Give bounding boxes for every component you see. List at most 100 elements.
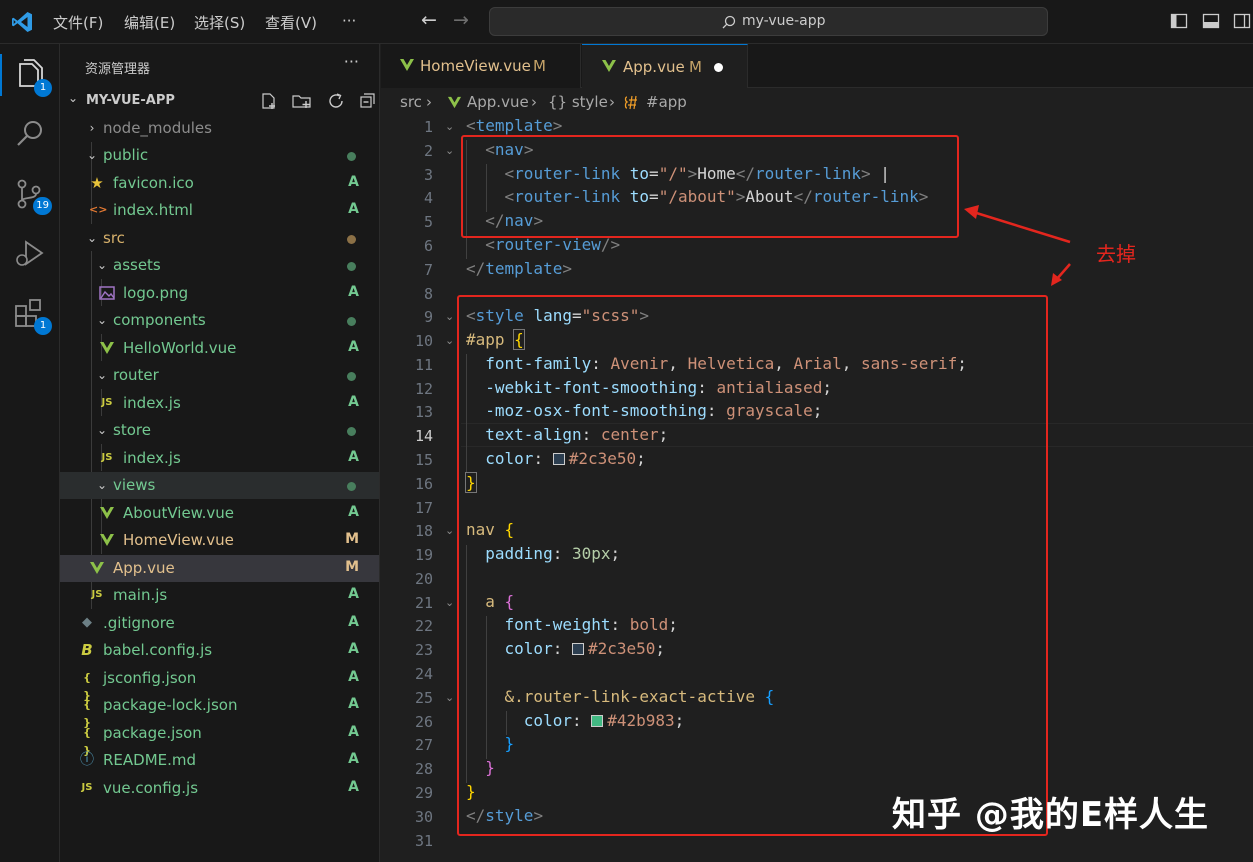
tree-row-logo-png[interactable]: logo.png A: [60, 280, 379, 307]
status-dot: [347, 317, 356, 326]
tree-row-readme[interactable]: ⓘ README.md A: [60, 747, 379, 774]
breadcrumb-file[interactable]: App.vue: [467, 93, 529, 111]
project-name: MY-VUE-APP: [86, 93, 175, 108]
info-icon: ⓘ: [80, 752, 94, 768]
menu-view[interactable]: 查看(V): [265, 12, 317, 33]
collapse-all-icon[interactable]: [359, 92, 377, 110]
breadcrumb-separator: ›: [531, 93, 537, 111]
tree-row-router-index[interactable]: JS index.js A: [60, 390, 379, 417]
source-control-activity[interactable]: 19: [12, 176, 52, 215]
explorer-badge: 1: [34, 79, 52, 97]
line-number: 21: [414, 594, 433, 612]
refresh-icon[interactable]: [327, 92, 345, 110]
new-file-icon[interactable]: [260, 92, 278, 110]
back-arrow-icon[interactable]: ←: [421, 9, 437, 31]
line-number: 31: [414, 832, 433, 850]
code-line: </template>: [466, 259, 572, 278]
watermark: 知乎 @我的E样人生: [892, 795, 1210, 835]
tree-row-store-index[interactable]: JS index.js A: [60, 445, 379, 472]
fold-chevron-icon[interactable]: ⌄: [445, 310, 454, 323]
fold-chevron-icon[interactable]: ⌄: [445, 144, 454, 157]
tree-row-favicon[interactable]: ★ favicon.ico A: [60, 170, 379, 197]
tree-row-index-html[interactable]: <> index.html A: [60, 197, 379, 224]
menu-edit[interactable]: 编辑(E): [124, 12, 175, 33]
fold-chevron-icon[interactable]: ⌄: [445, 334, 454, 347]
search-activity[interactable]: [12, 116, 48, 152]
tree-row-babel-config[interactable]: B babel.config.js A: [60, 637, 379, 664]
tree-row-helloworld[interactable]: HelloWorld.vue A: [60, 335, 379, 362]
toggle-panel-icon[interactable]: [1202, 12, 1220, 30]
tree-row-store[interactable]: ⌄ store: [60, 417, 379, 444]
explorer-sidebar: 资源管理器 ··· ⌄ MY-VUE-APP › node_modules ⌄ …: [60, 44, 380, 862]
run-debug-icon: [16, 240, 44, 266]
breadcrumb-src[interactable]: src: [400, 93, 422, 111]
tree-row-jsconfig[interactable]: { } jsconfig.json A: [60, 665, 379, 702]
explorer-more-button[interactable]: ···: [344, 52, 359, 71]
annotation-note: 去掉: [1096, 242, 1136, 266]
unsaved-dot-icon[interactable]: [714, 63, 723, 72]
fold-chevron-icon[interactable]: ⌄: [445, 120, 454, 133]
tree-row-node-modules[interactable]: › node_modules: [60, 115, 379, 142]
tree-row-views[interactable]: ⌄ views: [60, 472, 379, 499]
run-debug-activity[interactable]: [12, 236, 48, 272]
tree-row-app-vue[interactable]: App.vue M: [60, 555, 379, 582]
menu-file[interactable]: 文件(F): [53, 12, 103, 33]
js-file-icon: JS: [101, 452, 113, 463]
fold-chevron-icon[interactable]: ⌄: [445, 524, 454, 537]
line-number: 24: [414, 665, 433, 683]
chevron-down-icon: ⌄: [86, 148, 98, 162]
tab-homeview[interactable]: HomeView.vue M: [381, 44, 581, 88]
json-file-icon: { }: [83, 671, 91, 702]
tree-row-vue-config[interactable]: JS vue.config.js A: [60, 775, 379, 802]
status-dot: [347, 482, 356, 491]
tree-row-gitignore[interactable]: ◆ .gitignore A: [60, 610, 379, 637]
command-center-search[interactable]: my-vue-app: [489, 7, 1048, 36]
title-bar: 文件(F) 编辑(E) 选择(S) 查看(V) ··· ← → my-vue-a…: [0, 0, 1253, 44]
line-number: 19: [414, 546, 433, 564]
status-dot: [347, 235, 356, 244]
fold-chevron-icon[interactable]: ⌄: [445, 596, 454, 609]
toggle-sidebar-icon[interactable]: [1170, 12, 1188, 30]
tree-row-src[interactable]: ⌄ src: [60, 225, 379, 252]
tree-row-homeview[interactable]: HomeView.vue M: [60, 527, 379, 554]
editor-tabs: HomeView.vue M App.vue M: [381, 44, 1253, 88]
search-icon: [722, 15, 736, 29]
line-number: 18: [414, 522, 433, 540]
line-number: 7: [423, 261, 433, 279]
tree-row-public[interactable]: ⌄ public: [60, 142, 379, 169]
vscode-logo-icon: [12, 12, 32, 32]
new-folder-icon[interactable]: [292, 92, 312, 110]
fold-chevron-icon[interactable]: ⌄: [445, 691, 454, 704]
toggle-secondary-sidebar-icon[interactable]: [1233, 12, 1251, 30]
search-text: my-vue-app: [742, 13, 826, 29]
line-number: 17: [414, 499, 433, 517]
tree-row-router[interactable]: ⌄ router: [60, 362, 379, 389]
explorer-activity[interactable]: 1: [12, 58, 52, 97]
js-file-icon: JS: [91, 589, 103, 600]
code-line: <template>: [466, 116, 563, 135]
breadcrumb-app[interactable]: #app: [646, 93, 687, 111]
annotation-arrows-icon: [964, 205, 1071, 286]
vue-file-icon: [400, 59, 414, 71]
tab-app-vue[interactable]: App.vue M: [582, 44, 748, 88]
line-number: 13: [414, 403, 433, 421]
tree-row-aboutview[interactable]: AboutView.vue A: [60, 500, 379, 527]
menu-more[interactable]: ···: [342, 12, 356, 30]
image-file-icon: [99, 286, 115, 300]
chevron-down-icon: ⌄: [86, 231, 98, 245]
line-number: 28: [414, 760, 433, 778]
tree-row-package-json[interactable]: { } package.json A: [60, 720, 379, 757]
vue-file-icon: [447, 96, 462, 109]
project-header[interactable]: ⌄ MY-VUE-APP: [60, 90, 380, 112]
line-number: 26: [414, 713, 433, 731]
forward-arrow-icon[interactable]: →: [453, 9, 469, 31]
tree-row-assets[interactable]: ⌄ assets: [60, 252, 379, 279]
annotation-box-template: [461, 135, 959, 238]
breadcrumb-style[interactable]: {} style: [548, 93, 608, 111]
tree-row-main-js[interactable]: JS main.js A: [60, 582, 379, 609]
tree-row-components[interactable]: ⌄ components: [60, 307, 379, 334]
extensions-activity[interactable]: 1: [12, 296, 52, 335]
tree-row-package-lock[interactable]: { } package-lock.json A: [60, 692, 379, 729]
chevron-down-icon: ⌄: [96, 423, 108, 437]
menu-selection[interactable]: 选择(S): [194, 12, 245, 33]
